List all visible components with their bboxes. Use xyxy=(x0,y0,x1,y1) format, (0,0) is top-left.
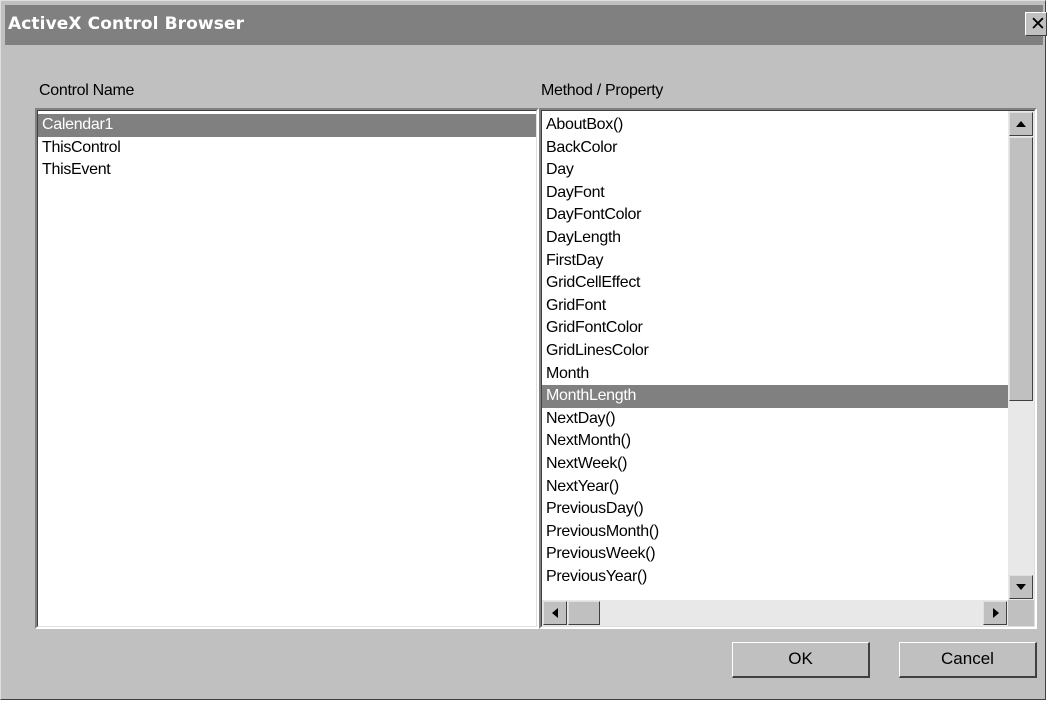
method-list-item[interactable]: AboutBox() xyxy=(542,114,1008,137)
control-list-item[interactable]: Calendar1 xyxy=(38,114,536,137)
method-list-item[interactable]: NextMonth() xyxy=(542,430,1008,453)
cancel-button[interactable]: Cancel xyxy=(899,642,1037,678)
control-list-item[interactable]: ThisEvent xyxy=(38,159,536,182)
method-property-list[interactable]: AboutBox() BackColor Day DayFont DayFontColo… xyxy=(539,108,1037,629)
close-icon: ✕ xyxy=(1030,13,1046,35)
arrow-down-icon xyxy=(1016,584,1026,590)
vertical-scroll-thumb[interactable] xyxy=(1009,137,1033,401)
method-list-item[interactable]: PreviousDay() xyxy=(542,498,1008,521)
method-list-item[interactable]: DayFontColor xyxy=(542,204,1008,227)
scroll-left-button[interactable] xyxy=(543,601,567,625)
ok-button[interactable]: OK xyxy=(732,642,870,678)
horizontal-scroll-thumb[interactable] xyxy=(568,601,600,625)
method-property-label: Method / Property xyxy=(541,82,664,99)
arrow-left-icon xyxy=(552,608,558,618)
method-list-item[interactable]: DayFont xyxy=(542,182,1008,205)
arrow-right-icon xyxy=(993,608,999,618)
method-list-item[interactable]: PreviousWeek() xyxy=(542,543,1008,566)
method-list-item[interactable]: BackColor xyxy=(542,137,1008,160)
method-list-item[interactable]: PreviousMonth() xyxy=(542,521,1008,544)
control-name-label: Control Name xyxy=(39,82,135,99)
vertical-scrollbar[interactable] xyxy=(1008,111,1034,600)
method-list-item[interactable]: NextDay() xyxy=(542,408,1008,431)
method-list-item[interactable]: DayLength xyxy=(542,227,1008,250)
arrow-up-icon xyxy=(1016,121,1026,127)
scrollbar-corner xyxy=(1008,600,1034,626)
horizontal-scrollbar[interactable] xyxy=(542,600,1008,626)
control-list-item[interactable]: ThisControl xyxy=(38,137,536,160)
method-list-item[interactable]: GridCellEffect xyxy=(542,272,1008,295)
method-list-item[interactable]: Month xyxy=(542,363,1008,386)
window-title: ActiveX Control Browser xyxy=(8,14,245,34)
method-list-item[interactable]: GridFontColor xyxy=(542,317,1008,340)
close-button[interactable]: ✕ xyxy=(1025,12,1047,36)
title-bar[interactable]: ActiveX Control Browser ✕ xyxy=(5,5,1047,45)
method-list-item[interactable]: PreviousYear() xyxy=(542,566,1008,589)
scroll-up-button[interactable] xyxy=(1009,112,1033,136)
method-list-item[interactable]: MonthLength xyxy=(542,385,1008,408)
scroll-down-button[interactable] xyxy=(1009,575,1033,599)
activex-control-browser-dialog: ActiveX Control Browser ✕ Control Name M… xyxy=(0,0,1047,700)
method-list-item[interactable]: NextYear() xyxy=(542,476,1008,499)
method-list-item[interactable]: FirstDay xyxy=(542,250,1008,273)
method-list-item[interactable]: GridLinesColor xyxy=(542,340,1008,363)
method-list-item[interactable]: NextWeek() xyxy=(542,453,1008,476)
control-name-list[interactable]: Calendar1 ThisControl ThisEvent xyxy=(35,108,539,629)
method-list-item[interactable]: GridFont xyxy=(542,295,1008,318)
method-list-item[interactable]: Day xyxy=(542,159,1008,182)
scroll-right-button[interactable] xyxy=(983,601,1007,625)
